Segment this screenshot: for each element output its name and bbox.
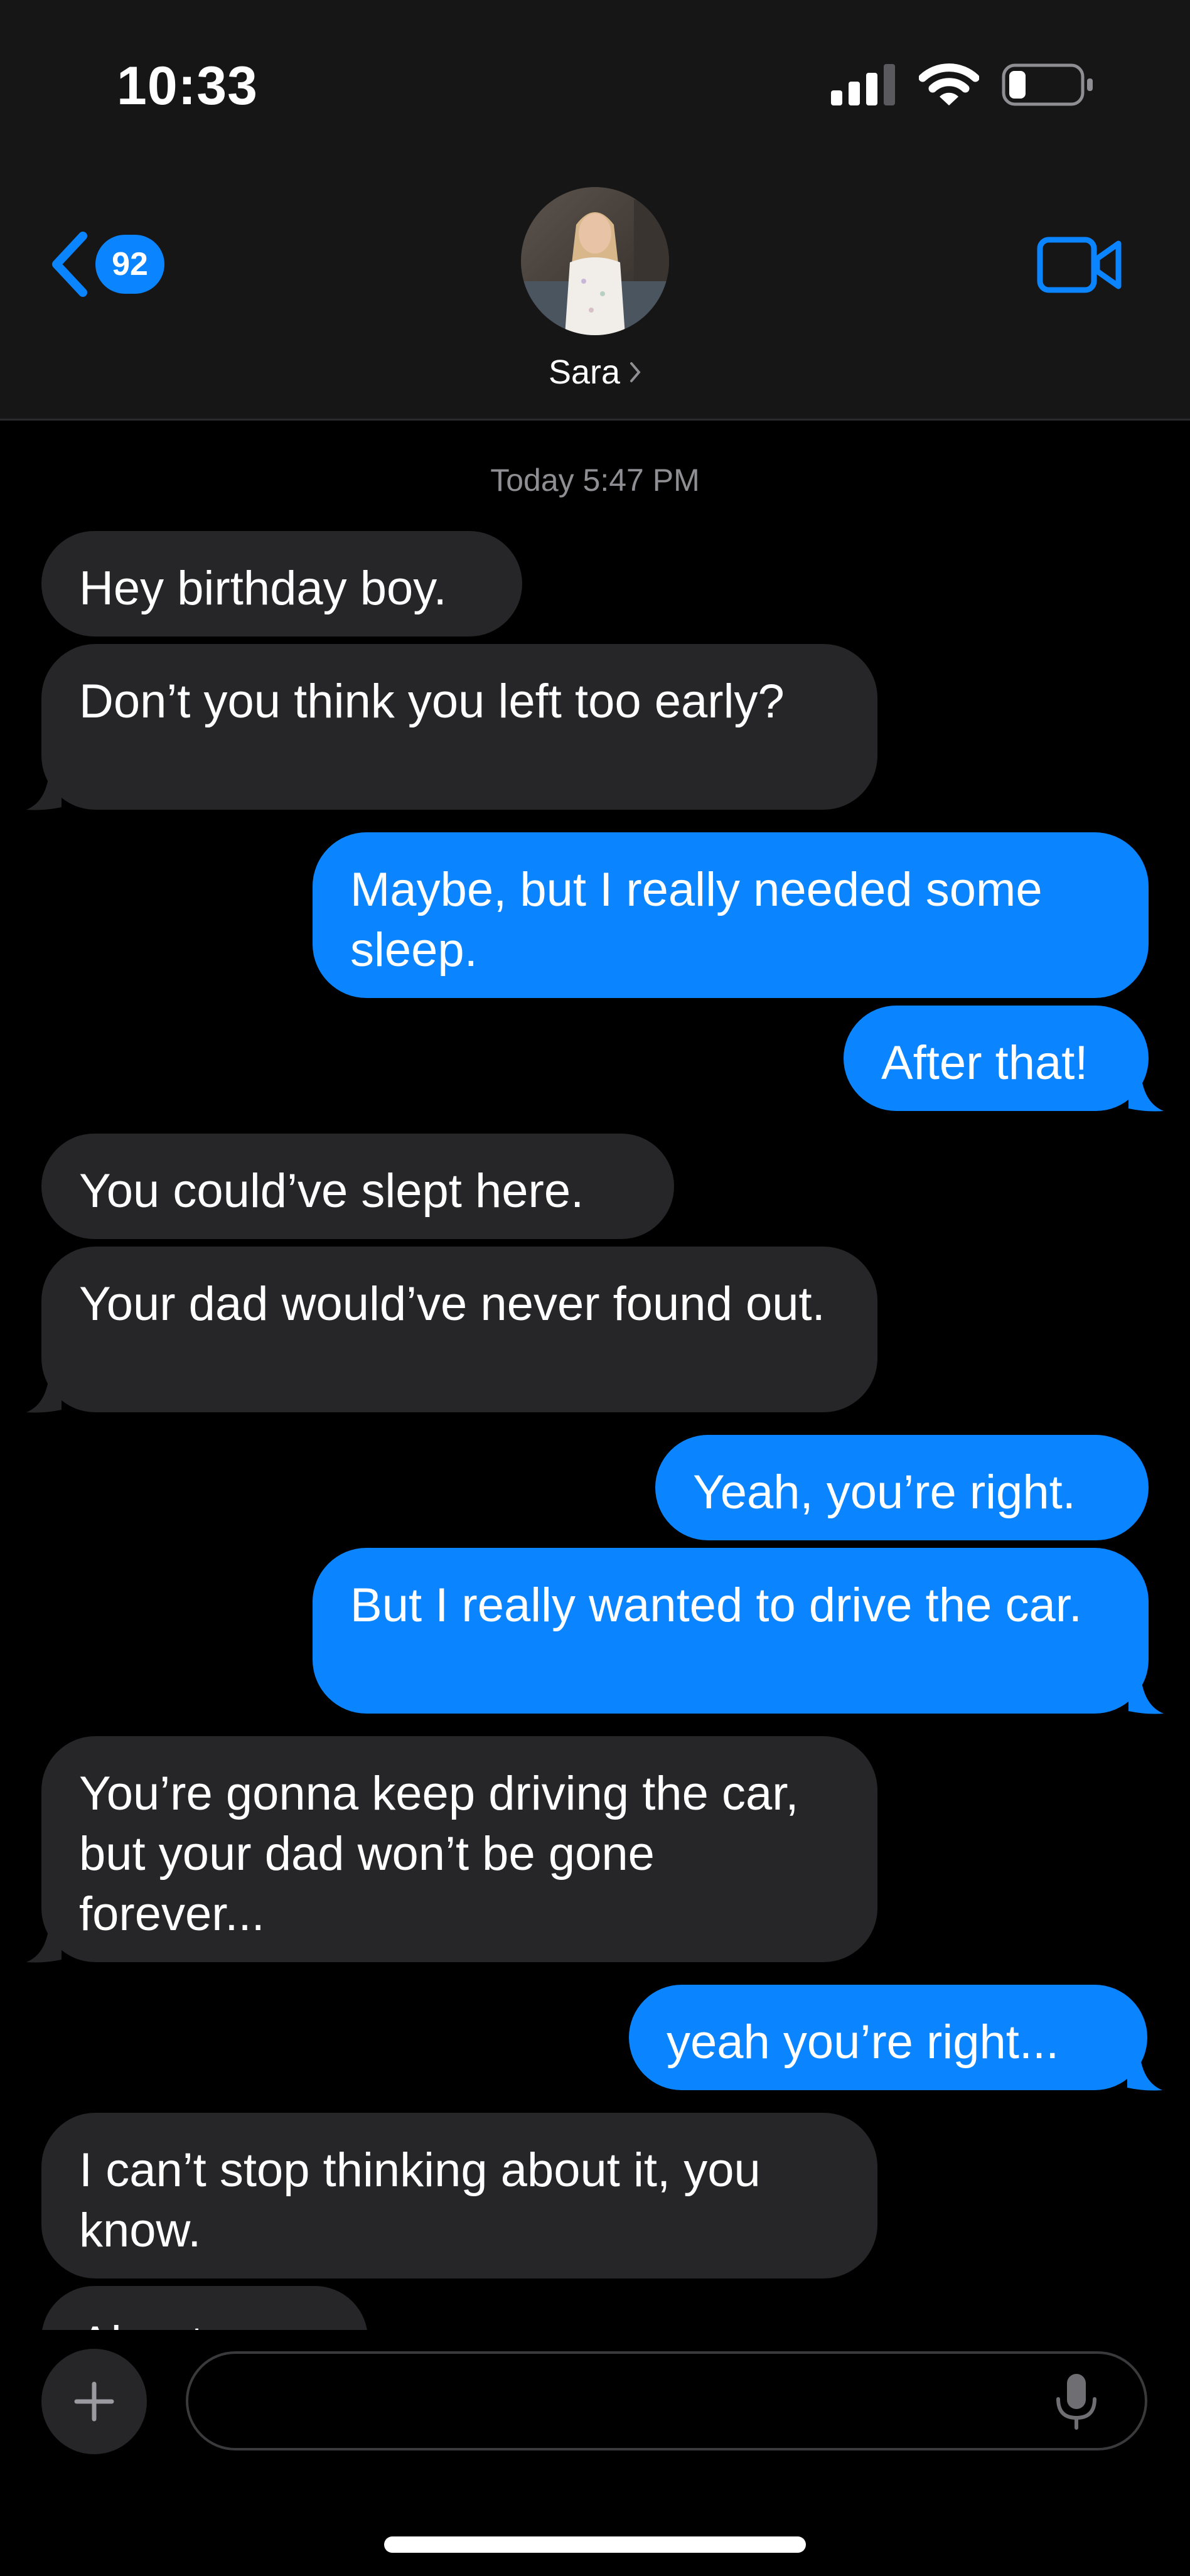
contact-name: Sara: [548, 353, 621, 391]
outgoing-message[interactable]: yeah you’re right...: [629, 1985, 1147, 2090]
outgoing-message[interactable]: Maybe, but I really needed some sleep.: [313, 832, 1149, 998]
message-text: Yeah, you’re right.: [693, 1466, 1076, 1519]
incoming-bubble-tail: [26, 775, 62, 810]
message-text: But I really wanted to drive the car.: [350, 1579, 1082, 1632]
unread-count-badge: 92: [95, 235, 164, 294]
video-camera-icon: [1037, 237, 1122, 293]
microphone-icon: [1056, 2374, 1096, 2430]
message-text: About you: [79, 2317, 294, 2330]
battery-icon: [1002, 63, 1093, 106]
message-text: Don’t you think you left too early?: [79, 675, 785, 728]
plus-icon: [74, 2381, 114, 2422]
conversation-view[interactable]: 10:33 92 Sara Today 5:47 PM Hey birthday…: [0, 0, 1190, 2330]
outgoing-message[interactable]: But I really wanted to drive the car.: [313, 1548, 1149, 1714]
message-text: yeah you’re right...: [667, 2015, 1059, 2069]
incoming-message[interactable]: You’re gonna keep driving the car, but y…: [41, 1736, 877, 1962]
conversation-timestamp: Today 5:47 PM: [490, 463, 700, 498]
incoming-bubble-tail: [26, 1927, 62, 1963]
status-time: 10:33: [117, 56, 258, 116]
message-input[interactable]: [186, 2351, 1147, 2450]
incoming-bubble-tail: [26, 1377, 62, 1413]
message-text: I can’t stop thinking about it, you know…: [79, 2144, 761, 2257]
home-indicator[interactable]: [384, 2536, 806, 2553]
wifi-icon: [919, 63, 979, 105]
incoming-message[interactable]: About you: [41, 2286, 368, 2330]
outgoing-bubble-tail: [1127, 2055, 1162, 2091]
add-attachment-button[interactable]: [41, 2349, 147, 2454]
message-text: After that!: [881, 1036, 1088, 1090]
back-button[interactable]: 92: [49, 231, 164, 298]
incoming-message[interactable]: Hey birthday boy.: [41, 531, 522, 636]
navigation-header: 10:33 92 Sara: [0, 0, 1190, 421]
outgoing-message[interactable]: After that!: [844, 1006, 1149, 1111]
message-text: Your dad would’ve never found out.: [79, 1277, 825, 1331]
chevron-right-icon: [630, 362, 641, 382]
outgoing-message[interactable]: Yeah, you’re right.: [655, 1435, 1149, 1540]
message-text: You could’ve slept here.: [79, 1164, 584, 1218]
outgoing-bubble-tail: [1128, 1678, 1164, 1714]
status-icons: [831, 63, 1096, 107]
video-call-button[interactable]: [1037, 235, 1122, 298]
incoming-message[interactable]: You could’ve slept here.: [41, 1134, 674, 1239]
message-text: Maybe, but I really needed some sleep.: [350, 863, 1043, 977]
message-text: Hey birthday boy.: [79, 562, 447, 615]
incoming-message[interactable]: Your dad would’ve never found out.: [41, 1247, 877, 1412]
outgoing-bubble-tail: [1128, 1076, 1164, 1112]
contact-name-button[interactable]: Sara: [0, 353, 1190, 392]
dictation-button[interactable]: [1054, 2373, 1098, 2434]
incoming-message[interactable]: Don’t you think you left too early?: [41, 644, 877, 810]
chevron-left-icon: [52, 232, 87, 297]
incoming-message[interactable]: I can’t stop thinking about it, you know…: [41, 2113, 877, 2278]
cellular-signal-icon: [831, 64, 895, 105]
avatar[interactable]: [521, 187, 669, 335]
message-text: You’re gonna keep driving the car, but y…: [79, 1767, 799, 1941]
